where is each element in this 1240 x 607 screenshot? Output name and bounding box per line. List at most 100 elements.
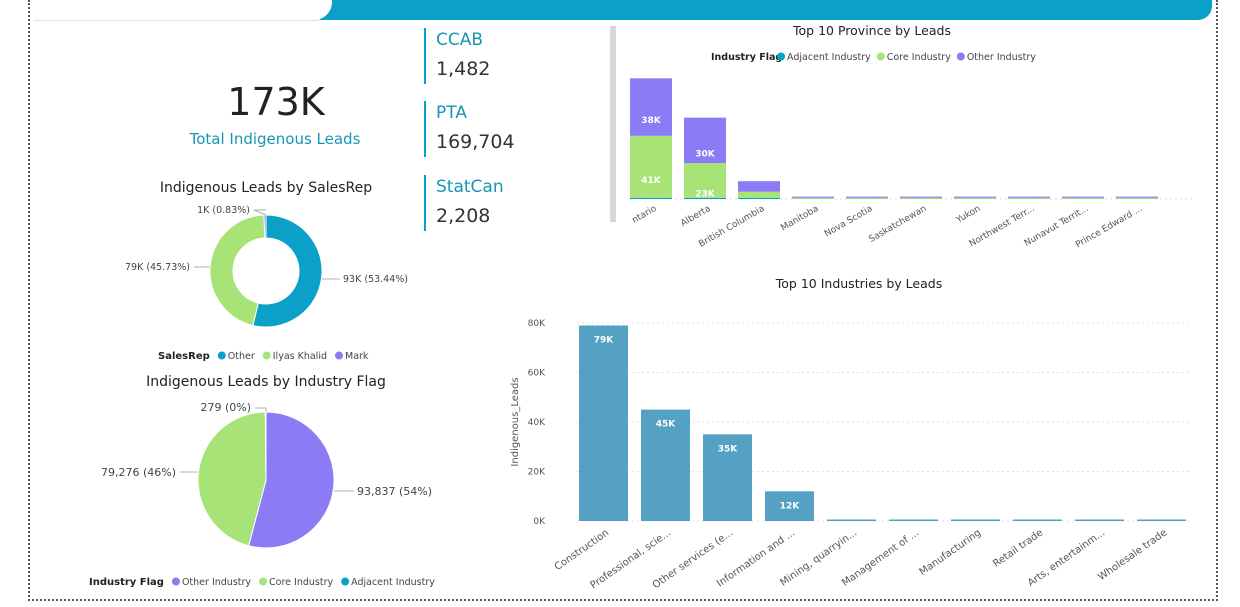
pie-data-label: 279 (0%)	[200, 401, 251, 414]
province-bar-label: 30K	[695, 149, 716, 159]
province-bar-label: 41K	[641, 176, 662, 186]
salesrep-chart-title: Indigenous Leads by SalesRep	[160, 180, 372, 196]
total-leads-label: Total Indigenous Leads	[189, 130, 361, 148]
province-scrollbar[interactable]	[610, 26, 616, 222]
donut-slice[interactable]	[263, 214, 267, 239]
pie-data-label: 79,276 (46%)	[101, 466, 176, 479]
industries-bar-label: 35K	[718, 444, 739, 454]
industries-x-tick: Retail trade	[991, 527, 1045, 569]
industries-bar[interactable]	[1013, 519, 1062, 522]
card-statcan-value: 2,208	[436, 205, 491, 227]
legend-item[interactable]: Core Industry	[269, 577, 333, 588]
industries-x-tick: Construction	[553, 527, 611, 573]
legend-item[interactable]: Adjacent Industry	[351, 577, 435, 588]
legend-title: Industry Flag	[711, 52, 782, 63]
industries-x-tick: Manufacturing	[918, 527, 984, 578]
card-ccab[interactable]: CCAB 1,482	[424, 28, 576, 84]
industries-chart-title: Top 10 Industries by Leads	[775, 276, 942, 291]
legend-item[interactable]: Ilyas Khalid	[273, 351, 327, 362]
province-bar-segment[interactable]	[954, 196, 996, 198]
province-bar-segment[interactable]	[738, 191, 780, 198]
pie-data-label: 93,837 (54%)	[357, 485, 432, 498]
province-bar-segment[interactable]	[900, 196, 942, 198]
donut-data-label: 79K (45.73%)	[125, 262, 190, 273]
province-bar-segment[interactable]	[1062, 197, 1104, 199]
industry-flag-pie-chart[interactable]: Indigenous Leads by Industry Flag 93,837…	[80, 368, 460, 593]
industries-x-tick: Wholesale trade	[1096, 527, 1169, 583]
industries-bar-label: 12K	[780, 501, 801, 511]
legend-swatch	[777, 52, 785, 61]
card-pta-label: PTA	[436, 103, 467, 123]
industries-bar[interactable]	[889, 519, 938, 522]
province-bar-segment[interactable]	[630, 78, 672, 136]
legend-item[interactable]: Other	[228, 351, 255, 362]
donut-data-label: 1K (0.83%)	[197, 205, 250, 216]
legend-item[interactable]: Mark	[345, 351, 369, 362]
salesrep-donut-chart[interactable]: Indigenous Leads by SalesRep 93K (53.44%…	[100, 172, 440, 372]
industries-y-tick: 60K	[528, 369, 546, 379]
industries-y-tick: 20K	[528, 468, 546, 478]
industries-y-tick: 40K	[528, 418, 546, 428]
legend-swatch	[262, 351, 271, 360]
province-bar-segment[interactable]	[846, 196, 888, 198]
industries-bar[interactable]	[951, 519, 1000, 522]
province-bar-segment[interactable]	[954, 197, 996, 199]
province-bar-segment[interactable]	[1116, 197, 1158, 199]
province-bar-segment[interactable]	[738, 197, 780, 199]
pie-leader-line	[255, 407, 267, 412]
legend-item[interactable]: Core Industry	[887, 52, 951, 63]
donut-leader-line	[253, 209, 267, 216]
province-x-tick: Alberta	[679, 204, 712, 229]
province-bar-segment[interactable]	[1062, 196, 1104, 198]
card-ccab-value: 1,482	[436, 58, 491, 80]
donut-slice[interactable]	[209, 214, 266, 327]
legend-item[interactable]: Adjacent Industry	[787, 52, 871, 63]
province-x-tick: Saskatchewan	[867, 204, 928, 245]
legend-swatch	[876, 52, 885, 61]
industries-y-tick: 0K	[533, 517, 546, 527]
legend-item[interactable]: Other Industry	[967, 52, 1036, 63]
province-bar-segment[interactable]	[1008, 196, 1050, 198]
industries-y-axis-label: Indigenous_Leads	[510, 377, 521, 466]
pie-slice[interactable]	[264, 411, 267, 481]
industries-bar[interactable]	[1075, 519, 1124, 522]
industries-y-tick: 80K	[528, 319, 546, 329]
province-bar-segment[interactable]	[1116, 196, 1158, 198]
province-x-tick: Manitoba	[779, 204, 820, 234]
legend-swatch	[171, 577, 180, 586]
industries-bar[interactable]	[579, 325, 628, 521]
legend-swatch	[217, 351, 226, 360]
card-ccab-label: CCAB	[436, 30, 484, 50]
province-bar-segment[interactable]	[738, 181, 780, 192]
donut-data-label: 93K (53.44%)	[343, 274, 408, 285]
industries-bar-chart[interactable]: Top 10 Industries by Leads Indigenous_Le…	[500, 272, 1200, 602]
province-bar-segment[interactable]	[1008, 197, 1050, 199]
card-statcan[interactable]: StatCan 2,208	[424, 175, 576, 231]
legend-swatch	[259, 577, 268, 586]
card-pta-value: 169,704	[436, 131, 515, 153]
province-bar-segment[interactable]	[792, 197, 834, 199]
province-x-tick: Yukon	[954, 204, 983, 226]
industries-bar[interactable]	[1137, 519, 1186, 522]
industries-bar-label: 79K	[594, 335, 615, 345]
industries-bar[interactable]	[827, 519, 876, 522]
legend-item[interactable]: Other Industry	[182, 577, 251, 588]
province-bar-segment[interactable]	[846, 197, 888, 199]
industry-flag-chart-title: Indigenous Leads by Industry Flag	[146, 374, 386, 390]
province-x-tick: Nova Scotia	[823, 204, 874, 239]
province-chart-title: Top 10 Province by Leads	[792, 23, 951, 38]
province-bar-segment[interactable]	[900, 197, 942, 199]
legend-title: SalesRep	[158, 351, 210, 362]
province-bar-label: 38K	[641, 116, 662, 126]
province-bar-segment[interactable]	[792, 196, 834, 198]
province-bar-segment[interactable]	[630, 197, 672, 199]
province-bar-chart[interactable]: Top 10 Province by Leads Industry Flag Ad…	[600, 20, 1210, 265]
province-bar-segment[interactable]	[630, 135, 672, 198]
legend-swatch	[956, 52, 965, 61]
card-statcan-label: StatCan	[436, 177, 504, 197]
province-x-tick: ntario	[631, 204, 659, 226]
total-leads-value: 173K	[227, 80, 325, 124]
industries-bar-label: 45K	[656, 420, 677, 430]
province-bar-label: 23K	[695, 189, 716, 199]
card-pta[interactable]: PTA 169,704	[424, 101, 576, 157]
